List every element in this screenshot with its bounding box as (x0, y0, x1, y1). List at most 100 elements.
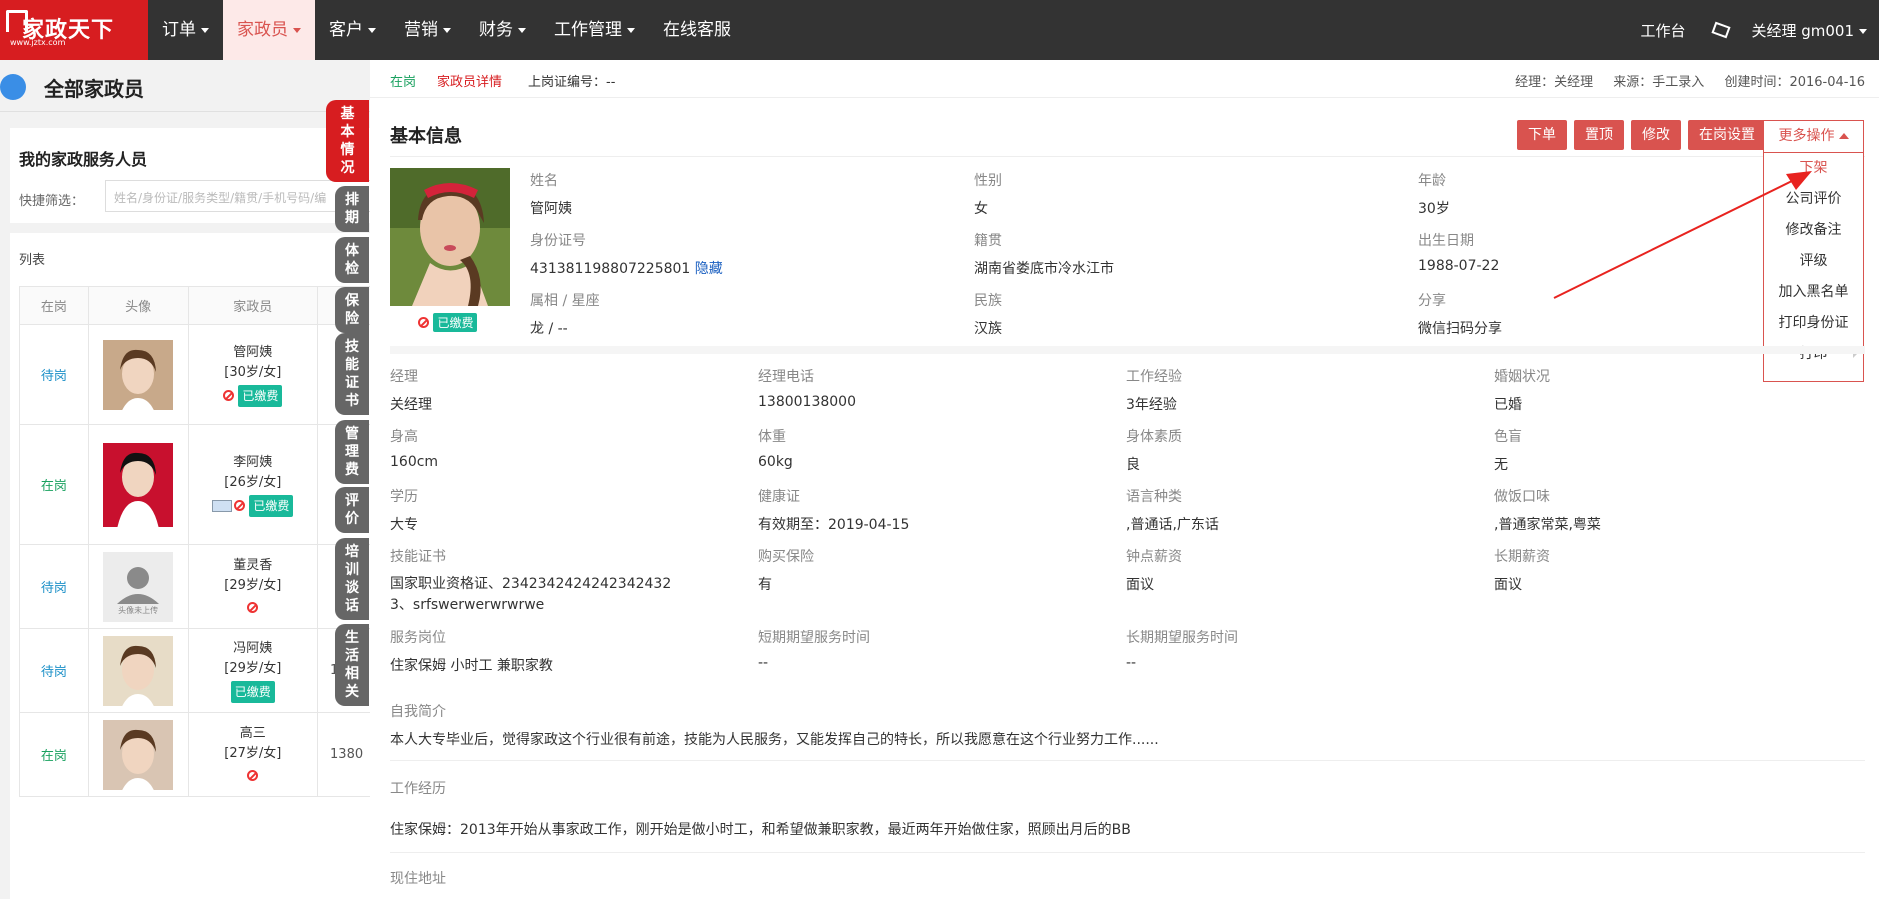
position-value: 住家保姆 小时工 兼职家教 (390, 658, 553, 674)
filter-box-title: 我的家政服务人员 (19, 150, 148, 169)
paid-badge: 已缴费 (230, 680, 275, 703)
list-box: 列表 在岗 头像 家政员 待岗 管阿姨 [30岁/女] 已缴费 在岗 李阿姨 [26岁/女… (10, 233, 379, 899)
nav-item-4[interactable]: 财务 (465, 0, 540, 60)
nav-item-5[interactable]: 工作管理 (540, 0, 649, 60)
brand-logo[interactable]: 家政天下 www.jztx.com (0, 0, 148, 60)
edit-button[interactable]: 修改 (1631, 120, 1681, 150)
table-row[interactable]: 待岗冯阿姨[29岁/女]已缴费1380 (19, 628, 379, 713)
side-tab-label: 排期 (345, 192, 359, 226)
order-button[interactable]: 下单 (1517, 120, 1567, 150)
table-row[interactable]: 待岗 管阿姨 [30岁/女] 已缴费 (19, 324, 379, 425)
duty-status[interactable]: 在岗 (41, 479, 67, 494)
long-time-value: -- (1126, 655, 1137, 671)
intro-value: 本人大专毕业后，觉得家政这个行业很有前途，技能为人民服务，又能发挥自己的特长，所… (390, 732, 1159, 748)
manager-key: 经理 (390, 369, 418, 385)
duty-status[interactable]: 待岗 (41, 369, 67, 384)
nav-item-2[interactable]: 客户 (315, 0, 390, 60)
nav-item-label: 在线客服 (663, 20, 731, 40)
unverified-icon (247, 601, 259, 613)
main-nav: 订单 家政员 客户 营销 财务 工作管理 在线客服 (148, 0, 745, 60)
education-value: 大专 (390, 517, 418, 533)
staff-info: [29岁/女] (224, 577, 282, 593)
side-tab-0[interactable]: 基本情况 (326, 100, 369, 182)
staff-name[interactable]: 管阿姨 (189, 343, 317, 363)
menu-item-print-id[interactable]: 打印身份证 (1764, 308, 1863, 339)
ticket-icon[interactable] (1711, 21, 1732, 39)
manager-phone-value: 13800138000 (758, 394, 856, 410)
table-row[interactable]: 在岗 李阿姨 [26岁/女] 已缴费 (19, 424, 379, 545)
avatar-placeholder-text: 头像未上传 (118, 605, 159, 615)
side-tab-3[interactable]: 保险 (335, 287, 369, 333)
unverified-icon (247, 769, 259, 781)
chevron-down-icon (443, 27, 451, 33)
birthday-value: 1988-07-22 (1418, 258, 1500, 274)
duty-status[interactable]: 待岗 (41, 581, 67, 596)
language-value: ,普通话,广东话 (1126, 517, 1219, 533)
nav-item-3[interactable]: 营销 (390, 0, 465, 60)
gender-key: 性别 (974, 173, 1002, 189)
side-tab-4[interactable]: 技能证书 (335, 333, 369, 415)
user-menu[interactable]: 关经理 gm001 (1751, 20, 1867, 41)
nav-item-6[interactable]: 在线客服 (649, 0, 745, 60)
avatar (103, 635, 174, 706)
crumb-status[interactable]: 在岗 (390, 71, 416, 90)
left-panel: 全部家政员 我的家政服务人员 快捷筛选： 姓名/身份证/服务类型/籍贯/手机号码… (0, 60, 379, 899)
language-key: 语言种类 (1126, 489, 1182, 505)
duty-setting-button[interactable]: 在岗设置 (1688, 120, 1766, 150)
duty-status[interactable]: 在岗 (41, 749, 67, 764)
duty-status[interactable]: 待岗 (41, 665, 67, 680)
insurance-value: 有 (758, 577, 772, 593)
nav-item-label: 营销 (404, 20, 438, 40)
cooking-value: ,普通家常菜,粤菜 (1494, 517, 1601, 533)
nav-item-0[interactable]: 订单 (148, 0, 223, 60)
wechat-share-link[interactable]: 微信扫码分享 (1418, 318, 1502, 338)
side-tab-label: 技能证书 (345, 339, 359, 409)
share-key: 分享 (1418, 293, 1446, 309)
idcard-key: 身份证号 (530, 233, 586, 249)
page-title: 全部家政员 (44, 77, 144, 101)
nav-item-label: 财务 (479, 20, 513, 40)
staff-name[interactable]: 冯阿姨 (189, 639, 317, 659)
unverified-icon (418, 317, 429, 328)
side-tab-label: 培训谈话 (345, 544, 359, 614)
colorblind-key: 色盲 (1494, 429, 1522, 445)
colorblind-value: 无 (1494, 457, 1508, 473)
cooking-key: 做饭口味 (1494, 489, 1550, 505)
staff-info: [27岁/女] (224, 745, 282, 761)
nav-item-1[interactable]: 家政员 (223, 0, 315, 60)
annotation-arrow (1553, 171, 1812, 299)
side-tab-2[interactable]: 体检 (335, 237, 369, 283)
position-key: 服务岗位 (390, 630, 446, 646)
staff-name[interactable]: 董灵香 (189, 556, 317, 576)
address-key: 现住地址 (390, 871, 446, 887)
workbench-link[interactable]: 工作台 (1640, 20, 1685, 41)
marriage-value: 已婚 (1494, 397, 1522, 413)
avatar (103, 442, 174, 527)
chevron-down-icon (627, 27, 635, 33)
health-cert-value: 有效期至：2019-04-15 (758, 517, 910, 533)
unverified-icon (223, 390, 235, 401)
manager-value: 关经理 (390, 397, 432, 413)
staff-name[interactable]: 李阿姨 (189, 453, 317, 473)
experience-value: 3年经验 (1126, 397, 1177, 413)
table-row[interactable]: 在岗 高三 [27岁/女] 1380 (19, 712, 379, 797)
menu-item-print[interactable]: 打印 (1764, 339, 1863, 370)
side-tab-1[interactable]: 排期 (335, 186, 369, 232)
side-tab-8[interactable]: 生活相关 (335, 624, 369, 706)
crumb-detail[interactable]: 家政员详情 (437, 71, 502, 90)
more-actions-button[interactable]: 更多操作 (1763, 120, 1864, 152)
hide-idcard-link[interactable]: 隐藏 (695, 261, 723, 277)
insurance-key: 购买保险 (758, 549, 814, 565)
breadcrumb: 在岗 家政员详情 上岗证编号：-- 经理：关经理 来源：手工录入 创建时间：20… (370, 60, 1879, 98)
name-value: 管阿姨 (530, 201, 572, 217)
pin-top-button[interactable]: 置顶 (1574, 120, 1624, 150)
table-row[interactable]: 待岗头像未上传 董灵香 [29岁/女] (19, 544, 379, 629)
side-tab-6[interactable]: 评价 (335, 487, 369, 533)
staff-name[interactable]: 高三 (189, 724, 317, 744)
nation-value: 汉族 (974, 321, 1002, 337)
side-tab-5[interactable]: 管理费 (335, 420, 369, 484)
side-tab-7[interactable]: 培训谈话 (335, 538, 369, 620)
weight-value: 60kg (758, 454, 793, 470)
chevron-down-icon (1859, 28, 1867, 34)
side-tab-label: 管理费 (345, 426, 359, 478)
